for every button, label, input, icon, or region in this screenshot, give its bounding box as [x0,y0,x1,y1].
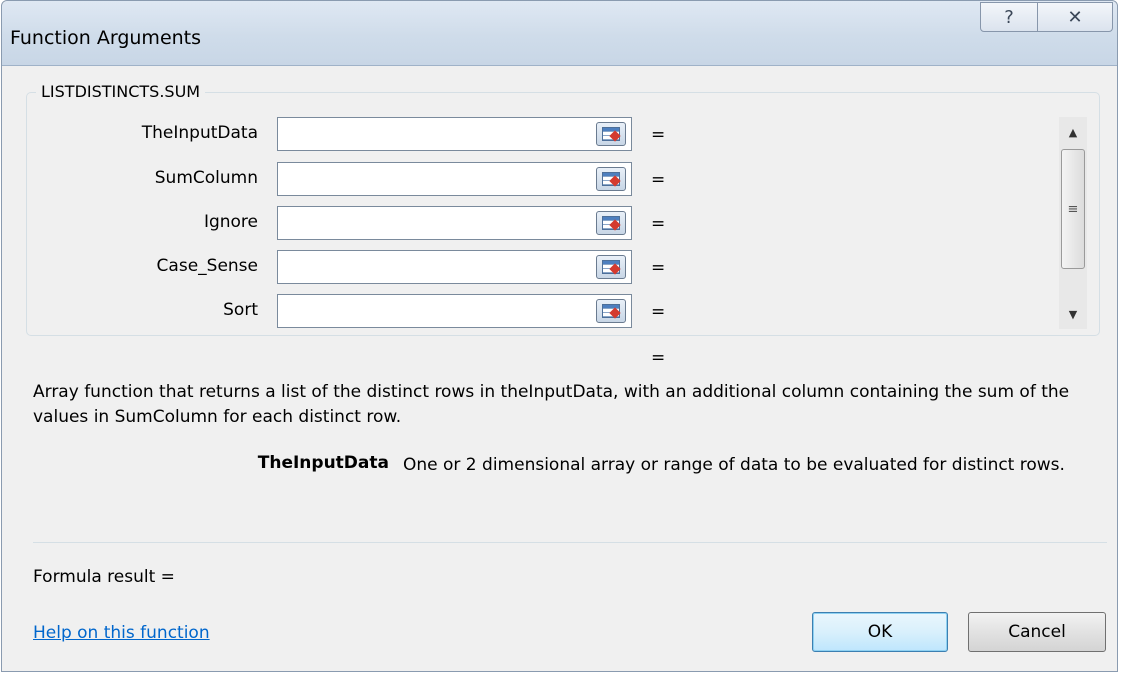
help-button[interactable]: ? [980,2,1038,32]
arg-label-sumcolumn: SumColumn [154,168,258,188]
function-result-equals: = [651,348,666,368]
close-icon: ✕ [1067,6,1083,28]
grip-icon: ≡ [1067,201,1079,217]
question-mark-icon: ? [1004,6,1014,28]
dialog-title: Function Arguments [10,27,202,49]
collapse-dialog-button-sumcolumn[interactable] [596,167,626,191]
arg-result-sumcolumn: = [651,170,666,190]
arg-label-ignore: Ignore [203,212,258,232]
collapse-dialog-button-sort[interactable] [596,299,626,323]
formula-result-label: Formula result = [33,567,175,587]
arg-input-ignore[interactable] [277,206,632,240]
collapse-dialog-button-ignore[interactable] [596,211,626,235]
scrollbar-thumb[interactable]: ≡ [1061,149,1085,269]
arrow-up-icon: ▲ [1068,125,1078,139]
arrow-down-icon: ▼ [1068,307,1078,321]
scroll-down-button[interactable]: ▼ [1059,299,1087,329]
collapse-dialog-button-theinputdata[interactable] [596,122,626,146]
arg-result-case-sense: = [651,258,666,278]
arg-label-theinputdata: TheInputData [141,123,258,143]
help-on-function-link[interactable]: Help on this function [33,623,210,643]
current-argument-name: TheInputData [257,453,389,473]
scroll-up-button[interactable]: ▲ [1059,117,1087,147]
arg-input-sumcolumn[interactable] [277,162,632,196]
arg-input-case-sense[interactable] [277,250,632,284]
arg-result-ignore: = [651,214,666,234]
arg-input-theinputdata[interactable] [277,117,632,151]
arg-result-theinputdata: = [651,125,666,145]
separator [33,542,1107,543]
close-button[interactable]: ✕ [1037,2,1113,32]
title-bar[interactable]: Function Arguments ? ✕ [2,1,1117,66]
collapse-dialog-button-case-sense[interactable] [596,255,626,279]
function-name-label: LISTDISTINCTS.SUM [36,82,206,101]
ok-button[interactable]: OK [812,612,948,652]
function-description: Array function that returns a list of th… [33,382,1070,427]
cancel-button[interactable]: Cancel [968,612,1106,652]
arguments-scrollbar[interactable]: ▲ ≡ ▼ [1059,117,1087,329]
arg-label-case-sense: Case_Sense [156,256,258,276]
current-argument-description: One or 2 dimensional array or range of d… [403,455,1065,475]
arg-result-sort: = [651,302,666,322]
arg-input-sort[interactable] [277,294,632,328]
arg-label-sort: Sort [223,300,258,320]
